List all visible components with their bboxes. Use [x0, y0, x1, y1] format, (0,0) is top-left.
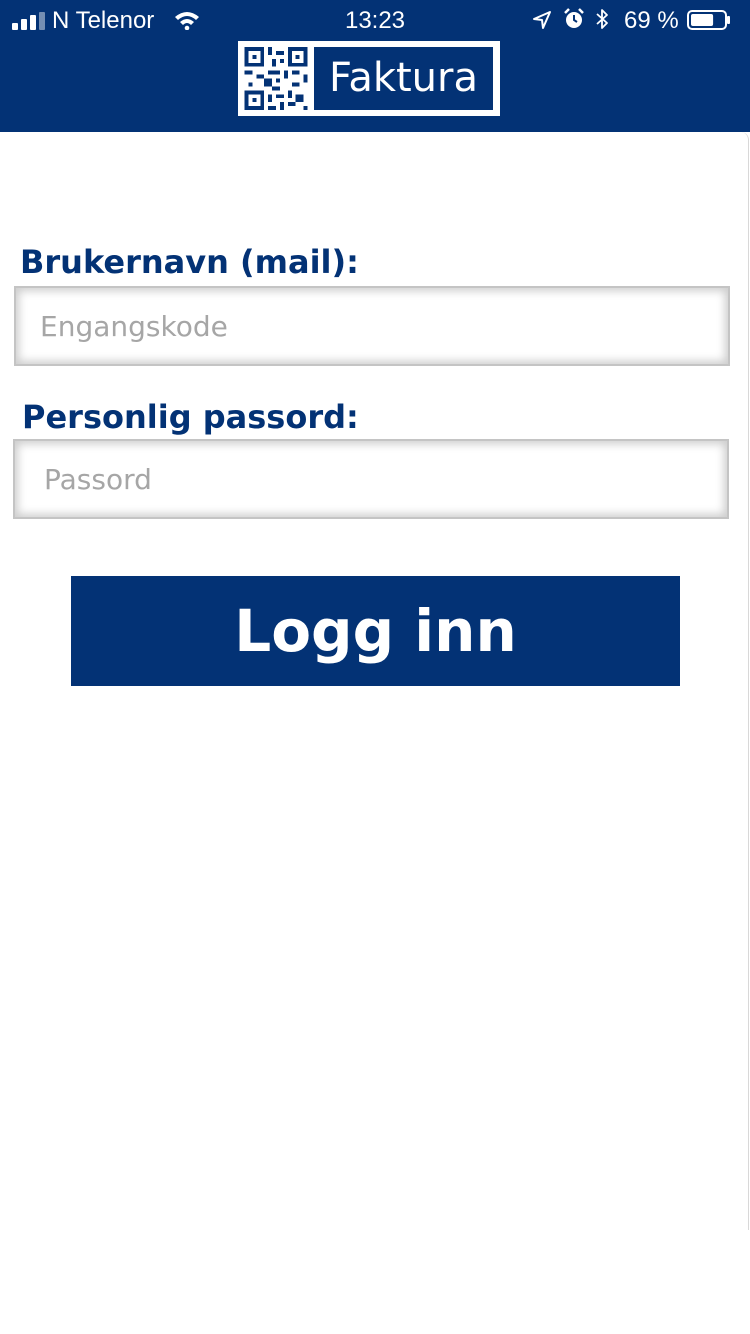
password-input[interactable] — [13, 439, 729, 519]
status-bar: N Telenor 13:23 69 % — [0, 0, 750, 40]
battery-icon — [687, 10, 730, 30]
battery-percent: 69 % — [624, 7, 679, 34]
bluetooth-icon — [596, 9, 608, 29]
faktura-logo: Faktura — [238, 41, 500, 116]
location-icon — [533, 11, 551, 29]
qr-code-icon — [244, 47, 308, 110]
logo-wordmark: Faktura — [328, 55, 478, 101]
logo-wordmark-box: Faktura — [314, 47, 493, 110]
alarm-icon — [564, 8, 584, 28]
password-label: Personlig passord: — [22, 398, 359, 436]
username-label: Brukernavn (mail): — [20, 243, 359, 281]
app-header: N Telenor 13:23 69 % Faktura — [0, 0, 750, 132]
login-button[interactable]: Logg inn — [71, 576, 680, 686]
username-input[interactable] — [14, 286, 730, 366]
